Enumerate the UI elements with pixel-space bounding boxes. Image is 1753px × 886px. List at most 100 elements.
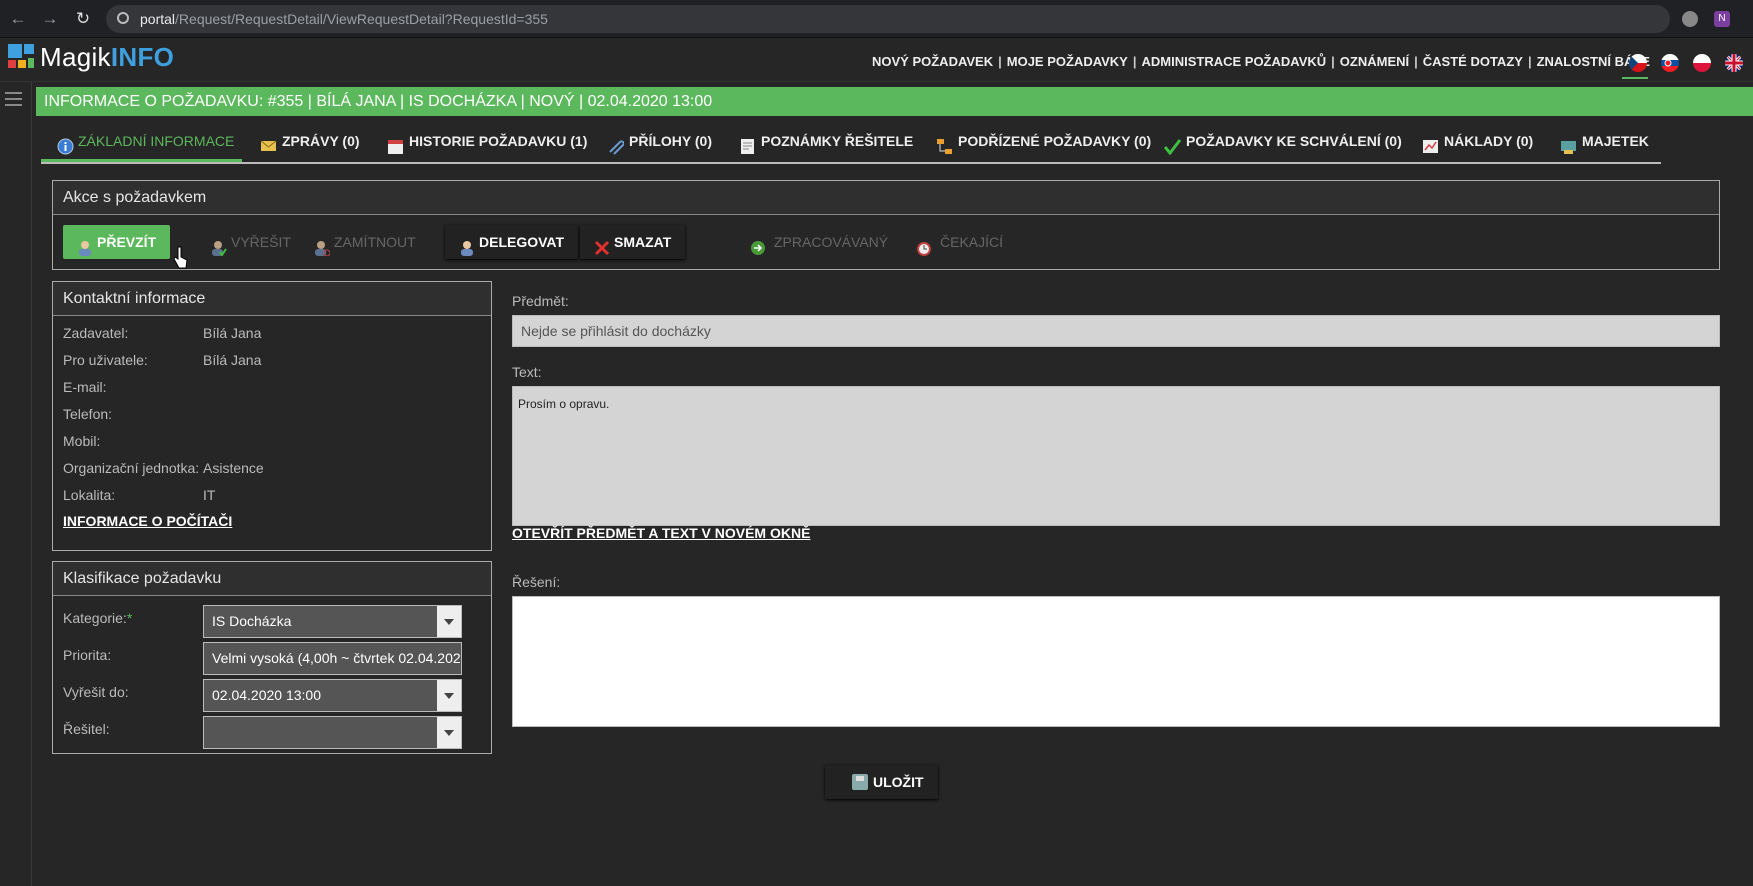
nav-announcements[interactable]: OZNÁMENÍ <box>1340 54 1409 69</box>
due-date-select[interactable]: 02.04.2020 13:00 <box>203 679 462 712</box>
resolve-button[interactable]: VYŘEŠIT <box>197 225 305 259</box>
uk-flag-icon[interactable] <box>1725 54 1743 72</box>
nav-separator: | <box>1527 54 1532 69</box>
forward-arrow-icon[interactable]: → <box>40 9 60 29</box>
open-in-new-window-link[interactable]: OTEVŘÍT PŘEDMĚT A TEXT V NOVÉM OKNĚ <box>512 525 810 541</box>
onenote-extension-icon[interactable]: N <box>1714 11 1730 27</box>
tab-messages[interactable]: ZPRÁVY (0) <box>260 124 360 162</box>
hamburger-menu-icon[interactable] <box>5 92 22 106</box>
tab-label: MAJETEK <box>1582 133 1649 149</box>
contact-value: Bílá Jana <box>203 352 262 368</box>
solver-select[interactable] <box>203 716 462 749</box>
button-label: PŘEVZÍT <box>97 234 157 250</box>
contact-value: IT <box>203 487 216 503</box>
site-info-icon[interactable] <box>117 12 129 24</box>
computer-info-link[interactable]: INFORMACE O POČÍTAČI <box>63 513 232 529</box>
category-label-text: Kategorie: <box>63 610 127 626</box>
tab-child-requests[interactable]: PODŘÍZENÉ POŽADAVKY (0) <box>936 124 1151 162</box>
drive-extension-icon[interactable] <box>1682 11 1698 27</box>
status-processing-button[interactable]: ZPRACOVÁVANÝ <box>736 225 902 259</box>
category-select[interactable]: IS Docházka <box>203 605 462 638</box>
priority-field[interactable]: Velmi vysoká (4,00h ~ čtvrtek 02.04.2020… <box>203 642 462 675</box>
nav-request-administration[interactable]: ADMINISTRACE POŽADAVKŮ <box>1142 54 1327 69</box>
nav-separator: | <box>1331 54 1335 69</box>
contact-value: Bílá Jana <box>203 325 262 341</box>
category-value: IS Docházka <box>212 613 292 629</box>
priority-value: Velmi vysoká (4,00h ~ čtvrtek 02.04.2020… <box>212 650 462 666</box>
tab-request-history[interactable]: HISTORIE POŽADAVKU (1) <box>387 124 587 162</box>
calendar-icon <box>387 133 404 154</box>
tab-attachments[interactable]: PŘÍLOHY (0) <box>607 124 712 162</box>
hierarchy-icon <box>936 133 953 154</box>
button-label: SMAZAT <box>614 234 672 250</box>
pl-flag-icon[interactable] <box>1693 54 1711 72</box>
tab-solver-notes[interactable]: POZNÁMKY ŘEŠITELE <box>739 124 913 162</box>
user-reject-icon <box>314 234 331 257</box>
save-button[interactable]: ULOŽIT <box>825 765 938 799</box>
subject-field[interactable]: Nejde se přihlásit do docházky <box>512 315 1720 347</box>
contact-row-phone: Telefon: <box>63 406 203 422</box>
button-label: ZPRACOVÁVANÝ <box>774 234 889 250</box>
contact-label: Pro uživatele: <box>63 352 148 368</box>
delegate-button[interactable]: DELEGOVAT <box>445 225 579 259</box>
button-label: ČEKAJÍCÍ <box>940 234 1004 250</box>
contact-row-for-user: Pro uživatele: Bílá Jana <box>63 352 261 368</box>
back-arrow-icon[interactable]: ← <box>8 9 28 29</box>
request-tabs: ZÁKLADNÍ INFORMACE ZPRÁVY (0) HISTORIE P… <box>41 124 1661 164</box>
reject-button[interactable]: ZAMÍTNOUT <box>300 225 430 259</box>
chevron-down-icon[interactable] <box>437 680 461 711</box>
nav-separator: | <box>1414 54 1418 69</box>
reload-icon[interactable]: ↻ <box>73 9 93 29</box>
text-label: Text: <box>512 364 542 380</box>
button-label: ZAMÍTNOUT <box>334 234 416 250</box>
sk-flag-icon[interactable] <box>1661 54 1679 72</box>
mouse-pointer-icon <box>173 246 188 270</box>
nav-separator: | <box>998 54 1002 69</box>
status-waiting-button[interactable]: ČEKAJÍCÍ <box>902 225 1017 259</box>
button-label: DELEGOVAT <box>479 234 565 250</box>
solution-label: Řešení: <box>512 574 561 590</box>
subject-label: Předmět: <box>512 293 569 309</box>
url-host: portal <box>140 11 176 27</box>
request-title-bar: INFORMACE O POŽADAVKU: #355 | BÍLÁ JANA … <box>36 87 1753 116</box>
nav-faq[interactable]: ČASTÉ DOTAZY <box>1423 54 1523 69</box>
cz-flag-icon[interactable] <box>1629 54 1647 72</box>
delete-button[interactable]: SMAZAT <box>580 225 686 259</box>
green-arrow-icon <box>750 234 766 255</box>
solution-field[interactable] <box>512 596 1720 727</box>
app-logo-text[interactable]: MagikINFO <box>40 42 174 73</box>
url-path: /Request/RequestDetail/ViewRequestDetail… <box>175 11 548 27</box>
nav-my-requests[interactable]: MOJE POŽADAVKY <box>1007 54 1128 69</box>
tab-assets[interactable]: MAJETEK <box>1560 124 1649 162</box>
nav-separator: | <box>1132 54 1137 69</box>
tab-label: PŘÍLOHY (0) <box>629 133 712 149</box>
contact-row-location: Lokalita: IT <box>63 487 215 503</box>
contact-panel-title: Kontaktní informace <box>53 282 491 316</box>
take-over-button[interactable]: PŘEVZÍT <box>63 225 171 259</box>
nav-new-request[interactable]: NOVÝ POŽADAVEK <box>872 54 993 69</box>
contact-row-org-unit: Organizační jednotka: Asistence <box>63 460 264 476</box>
due-date-value: 02.04.2020 13:00 <box>212 687 321 703</box>
contact-row-email: E-mail: <box>63 379 203 395</box>
classification-panel: Klasifikace požadavku Kategorie:* IS Doc… <box>52 561 492 754</box>
text-field[interactable]: Prosím o opravu. <box>512 386 1720 526</box>
tab-costs[interactable]: NÁKLADY (0) <box>1422 124 1533 162</box>
priority-label: Priorita: <box>63 647 112 663</box>
contact-label: Zadavatel: <box>63 325 129 341</box>
chevron-down-icon[interactable] <box>437 606 461 637</box>
classification-panel-title: Klasifikace požadavku <box>53 562 491 596</box>
user-delegate-icon <box>459 234 475 256</box>
logo-accent: INFO <box>110 42 175 72</box>
tab-label: HISTORIE POŽADAVKU (1) <box>409 133 588 149</box>
contact-label: Organizační jednotka: <box>63 460 200 476</box>
tab-approval-requests[interactable]: POŽADAVKY KE SCHVÁLENÍ (0) <box>1163 124 1402 162</box>
asset-icon <box>1560 133 1577 154</box>
chevron-down-icon[interactable] <box>437 717 461 748</box>
tab-label: POZNÁMKY ŘEŠITELE <box>761 133 914 149</box>
user-take-icon <box>77 234 93 256</box>
address-bar[interactable]: portal/Request/RequestDetail/ViewRequest… <box>106 5 1670 33</box>
tab-basic-info[interactable]: ZÁKLADNÍ INFORMACE <box>41 124 242 162</box>
tab-label: ZPRÁVY (0) <box>282 133 360 149</box>
category-label: Kategorie:* <box>63 610 132 626</box>
solver-label: Řešitel: <box>63 721 110 737</box>
